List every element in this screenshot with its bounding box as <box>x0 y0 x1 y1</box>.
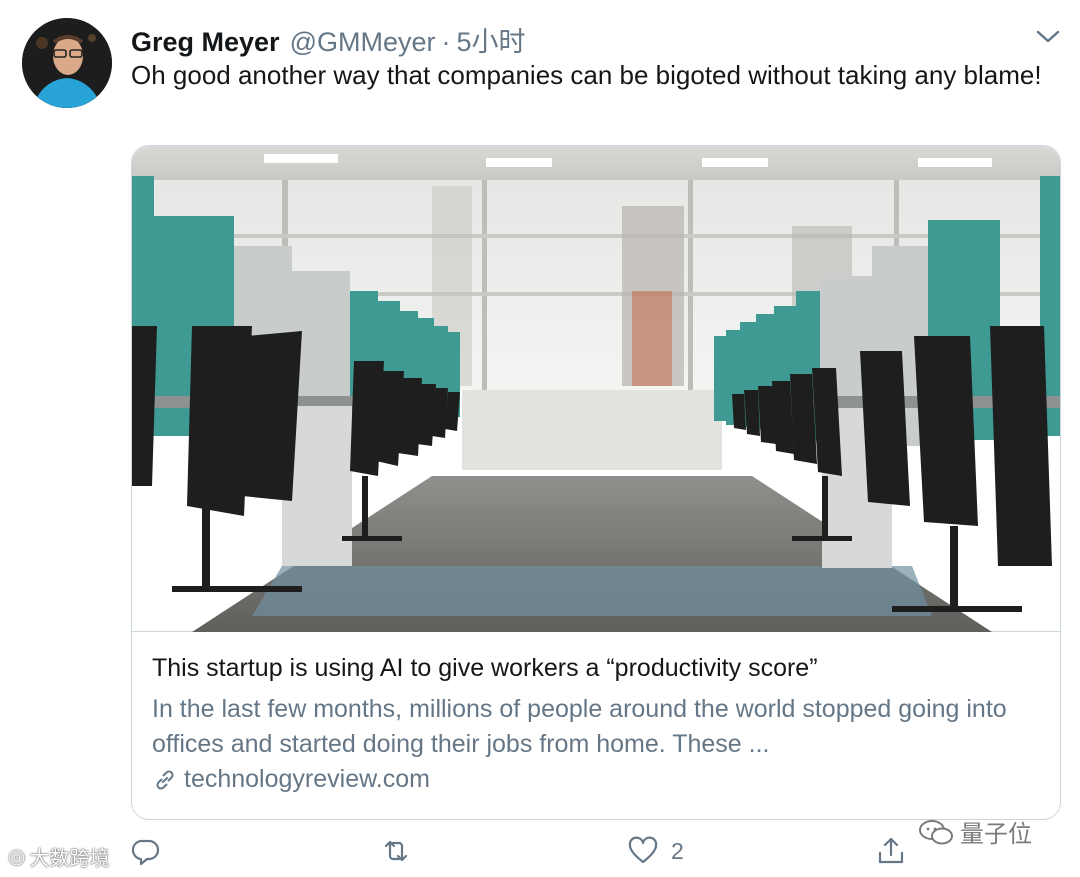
card-title: This startup is using AI to give workers… <box>152 654 818 682</box>
heart-icon <box>628 836 658 864</box>
share-button[interactable] <box>875 835 907 867</box>
card-domain-text: technologyreview.com <box>184 765 430 793</box>
author-handle[interactable]: @GMMeyer <box>290 27 436 58</box>
more-options-chevron-icon[interactable] <box>1034 26 1062 46</box>
link-icon <box>156 769 174 790</box>
tweet-header: Greg Meyer @GMMeyer · 5小时 <box>131 20 526 57</box>
link-card[interactable]: This startup is using AI to give workers… <box>131 145 1061 820</box>
card-image-office[interactable] <box>132 146 1060 632</box>
reply-button[interactable] <box>130 835 174 867</box>
card-domain-link[interactable]: technologyreview.com <box>152 765 430 794</box>
reply-icon <box>131 839 160 866</box>
card-description: In the last few months, millions of peop… <box>152 695 1007 758</box>
avatar[interactable] <box>22 18 112 108</box>
like-count: 2 <box>671 837 684 864</box>
share-icon <box>878 837 904 864</box>
tweet-action-bar: 2 <box>0 835 1080 877</box>
retweet-button[interactable] <box>380 835 424 867</box>
author-name[interactable]: Greg Meyer <box>131 27 280 58</box>
avatar-photo <box>22 18 112 108</box>
retweet-icon <box>384 840 408 862</box>
tweet-text: Oh good another way that companies can b… <box>131 60 1042 90</box>
like-button[interactable]: 2 <box>627 835 684 867</box>
separator-dot: · <box>441 27 451 57</box>
timestamp[interactable]: 5小时 <box>457 20 526 59</box>
